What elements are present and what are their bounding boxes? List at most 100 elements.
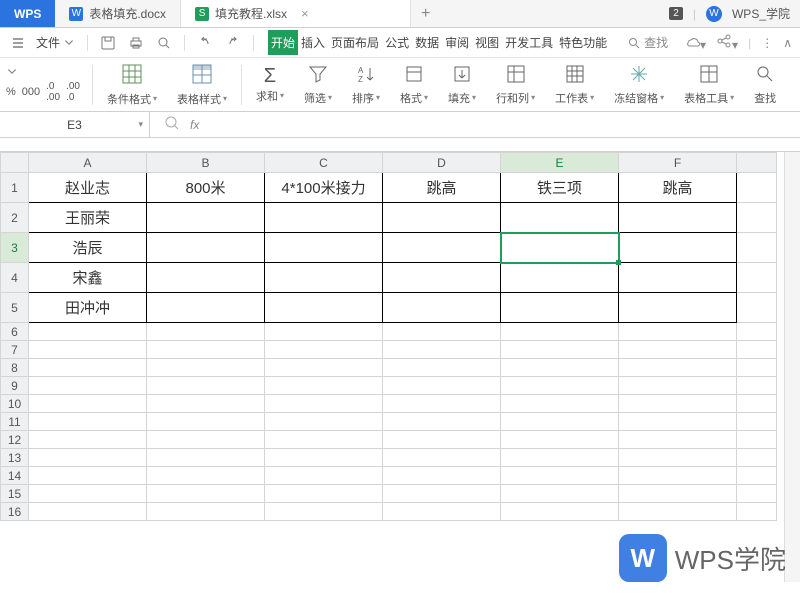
cell-B16[interactable]	[147, 503, 265, 521]
redo-icon[interactable]	[221, 32, 245, 54]
cell-A5[interactable]: 田冲冲	[29, 293, 147, 323]
ribbon-tab-review[interactable]: 审阅	[442, 30, 472, 55]
freeze-button[interactable]: 冻结窗格▾	[608, 64, 670, 106]
row-header-8[interactable]: 8	[1, 359, 29, 377]
cell-E9[interactable]	[501, 377, 619, 395]
undo-icon[interactable]	[193, 32, 217, 54]
cell-D2[interactable]	[383, 203, 501, 233]
col-header-B[interactable]: B	[147, 153, 265, 173]
cell-B5[interactable]	[147, 293, 265, 323]
cell-E11[interactable]	[501, 413, 619, 431]
cell-E15[interactable]	[501, 485, 619, 503]
row-header-3[interactable]: 3	[1, 233, 29, 263]
row-header-4[interactable]: 4	[1, 263, 29, 293]
cell-extra-10[interactable]	[737, 395, 777, 413]
cell-B8[interactable]	[147, 359, 265, 377]
cell-C10[interactable]	[265, 395, 383, 413]
cell-C15[interactable]	[265, 485, 383, 503]
col-header-F[interactable]: F	[619, 153, 737, 173]
cell-D6[interactable]	[383, 323, 501, 341]
cell-E5[interactable]	[501, 293, 619, 323]
cell-D4[interactable]	[383, 263, 501, 293]
cell-F1[interactable]: 跳高	[619, 173, 737, 203]
col-header-E[interactable]: E	[501, 153, 619, 173]
cell-A14[interactable]	[29, 467, 147, 485]
cell-A9[interactable]	[29, 377, 147, 395]
format-dropdown[interactable]	[6, 66, 80, 78]
cell-D16[interactable]	[383, 503, 501, 521]
cell-D13[interactable]	[383, 449, 501, 467]
cell-C5[interactable]	[265, 293, 383, 323]
cell-F12[interactable]	[619, 431, 737, 449]
doc-tab-sheet[interactable]: S 填充教程.xlsx ×	[181, 0, 411, 27]
collapse-ribbon-icon[interactable]: ∧	[783, 36, 792, 50]
cell-extra-14[interactable]	[737, 467, 777, 485]
cell-E7[interactable]	[501, 341, 619, 359]
file-menu[interactable]: 文件	[32, 31, 79, 54]
cell-C2[interactable]	[265, 203, 383, 233]
cell-E14[interactable]	[501, 467, 619, 485]
thousand-button[interactable]: 000	[22, 86, 40, 98]
cell-E8[interactable]	[501, 359, 619, 377]
cell-E3[interactable]	[501, 233, 619, 263]
ribbon-tab-layout[interactable]: 页面布局	[328, 30, 382, 55]
more-icon[interactable]: ⋮	[761, 36, 773, 50]
cancel-formula-icon[interactable]	[164, 115, 180, 134]
cell-C8[interactable]	[265, 359, 383, 377]
cell-B11[interactable]	[147, 413, 265, 431]
row-header-15[interactable]: 15	[1, 485, 29, 503]
row-header-13[interactable]: 13	[1, 449, 29, 467]
cell-extra-5[interactable]	[737, 293, 777, 323]
cell-D15[interactable]	[383, 485, 501, 503]
cell-F13[interactable]	[619, 449, 737, 467]
cell-B4[interactable]	[147, 263, 265, 293]
percent-button[interactable]: %	[6, 86, 16, 98]
cell-C13[interactable]	[265, 449, 383, 467]
doc-tab-word[interactable]: W 表格填充.docx	[55, 0, 181, 27]
cell-extra-3[interactable]	[737, 233, 777, 263]
ribbon-tab-formula[interactable]: 公式	[382, 30, 412, 55]
cell-D3[interactable]	[383, 233, 501, 263]
ribbon-tab-devtools[interactable]: 开发工具	[502, 30, 556, 55]
cell-F10[interactable]	[619, 395, 737, 413]
cell-A15[interactable]	[29, 485, 147, 503]
row-col-button[interactable]: 行和列▾	[490, 64, 541, 106]
cell-extra-2[interactable]	[737, 203, 777, 233]
cell-A10[interactable]	[29, 395, 147, 413]
cell-A16[interactable]	[29, 503, 147, 521]
cell-B6[interactable]	[147, 323, 265, 341]
formula-input[interactable]	[213, 112, 800, 137]
search-box[interactable]: 查找	[628, 34, 668, 51]
col-header-extra[interactable]	[737, 153, 777, 173]
cell-F14[interactable]	[619, 467, 737, 485]
avatar[interactable]: W	[706, 6, 722, 22]
row-header-10[interactable]: 10	[1, 395, 29, 413]
cell-E6[interactable]	[501, 323, 619, 341]
fill-button[interactable]: 填充▾	[442, 64, 482, 106]
cell-D10[interactable]	[383, 395, 501, 413]
cell-B7[interactable]	[147, 341, 265, 359]
cond-format-button[interactable]: 条件格式▾	[101, 63, 163, 107]
cell-extra-16[interactable]	[737, 503, 777, 521]
print-icon[interactable]	[124, 32, 148, 54]
cell-extra-8[interactable]	[737, 359, 777, 377]
cell-D11[interactable]	[383, 413, 501, 431]
cell-D7[interactable]	[383, 341, 501, 359]
cell-E4[interactable]	[501, 263, 619, 293]
save-icon[interactable]	[96, 32, 120, 54]
cell-E13[interactable]	[501, 449, 619, 467]
cell-B2[interactable]	[147, 203, 265, 233]
cell-B13[interactable]	[147, 449, 265, 467]
cell-F2[interactable]	[619, 203, 737, 233]
cell-A7[interactable]	[29, 341, 147, 359]
share-icon[interactable]: ▾	[716, 33, 738, 52]
cell-E1[interactable]: 铁三项	[501, 173, 619, 203]
cell-B12[interactable]	[147, 431, 265, 449]
cell-B3[interactable]	[147, 233, 265, 263]
cell-extra-12[interactable]	[737, 431, 777, 449]
cell-extra-1[interactable]	[737, 173, 777, 203]
cell-E10[interactable]	[501, 395, 619, 413]
cell-D1[interactable]: 跳高	[383, 173, 501, 203]
cell-C3[interactable]	[265, 233, 383, 263]
cell-A4[interactable]: 宋鑫	[29, 263, 147, 293]
